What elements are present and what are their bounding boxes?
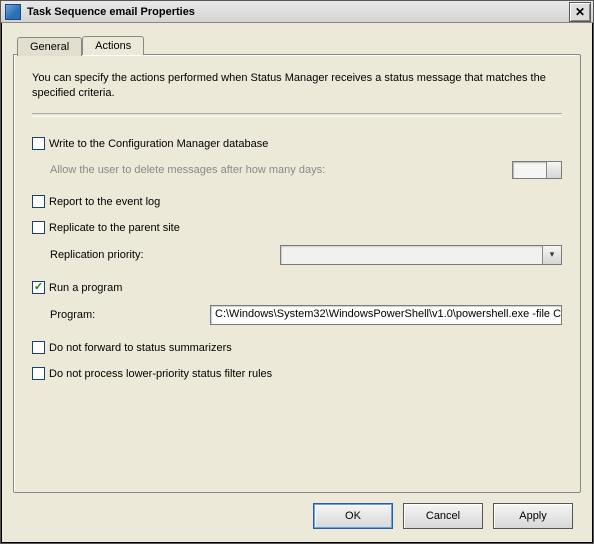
checkbox-no-lower-priority[interactable]: ✓: [32, 367, 45, 380]
label-program: Program:: [50, 309, 210, 321]
tab-label: Actions: [95, 40, 131, 52]
row-replication-priority: Replication priority:: [32, 245, 562, 265]
window-title: Task Sequence email Properties: [21, 6, 569, 18]
label-replication-priority: Replication priority:: [50, 249, 210, 261]
checkbox-run-program[interactable]: ✓: [32, 281, 45, 294]
separator: [32, 113, 562, 117]
chevron-down-icon: ▼: [547, 170, 561, 178]
tab-strip: General Actions: [17, 35, 581, 54]
dialog-buttons: OK Cancel Apply: [13, 493, 581, 533]
chevron-up-icon: ▲: [547, 162, 561, 170]
button-label: OK: [345, 510, 361, 522]
close-icon: ✕: [575, 5, 585, 19]
tab-label: General: [30, 41, 69, 53]
app-icon: [5, 4, 21, 20]
row-write-db: ✓ Write to the Configuration Manager dat…: [32, 135, 562, 153]
checkbox-no-forward[interactable]: ✓: [32, 341, 45, 354]
close-button[interactable]: ✕: [569, 2, 591, 22]
tab-actions[interactable]: Actions: [82, 36, 144, 55]
label-report-eventlog: Report to the event log: [45, 196, 160, 208]
ok-button[interactable]: OK: [313, 503, 393, 529]
label-delete-days: Allow the user to delete messages after …: [50, 164, 512, 176]
row-report-eventlog: ✓ Report to the event log: [32, 193, 562, 211]
row-no-forward: ✓ Do not forward to status summarizers: [32, 339, 562, 357]
client-area: General Actions You can specify the acti…: [1, 23, 593, 543]
checkbox-report-eventlog[interactable]: ✓: [32, 195, 45, 208]
row-program: Program: C:\Windows\System32\WindowsPowe…: [32, 305, 562, 325]
tab-general[interactable]: General: [17, 37, 82, 56]
row-replicate-parent: ✓ Replicate to the parent site: [32, 219, 562, 237]
checkbox-replicate-parent[interactable]: ✓: [32, 221, 45, 234]
actions-panel: You can specify the actions performed wh…: [13, 54, 581, 493]
button-label: Cancel: [426, 510, 460, 522]
properties-dialog: Task Sequence email Properties ✕ General…: [0, 0, 594, 544]
label-write-db: Write to the Configuration Manager datab…: [45, 138, 268, 150]
spinner-delete-days[interactable]: ▲ ▼: [512, 161, 562, 179]
panel-description: You can specify the actions performed wh…: [32, 71, 562, 101]
row-no-lower-priority: ✓ Do not process lower-priority status f…: [32, 365, 562, 383]
label-no-lower-priority: Do not process lower-priority status fil…: [45, 368, 272, 380]
label-replicate-parent: Replicate to the parent site: [45, 222, 180, 234]
apply-button[interactable]: Apply: [493, 503, 573, 529]
title-bar: Task Sequence email Properties ✕: [1, 1, 593, 23]
checkbox-write-db[interactable]: ✓: [32, 137, 45, 150]
row-delete-days: Allow the user to delete messages after …: [32, 161, 562, 179]
label-no-forward: Do not forward to status summarizers: [45, 342, 232, 354]
input-program[interactable]: C:\Windows\System32\WindowsPowerShell\v1…: [210, 305, 562, 325]
dropdown-replication-priority[interactable]: [280, 245, 562, 265]
row-run-program: ✓ Run a program: [32, 279, 562, 297]
button-label: Apply: [519, 510, 547, 522]
label-run-program: Run a program: [45, 282, 122, 294]
cancel-button[interactable]: Cancel: [403, 503, 483, 529]
